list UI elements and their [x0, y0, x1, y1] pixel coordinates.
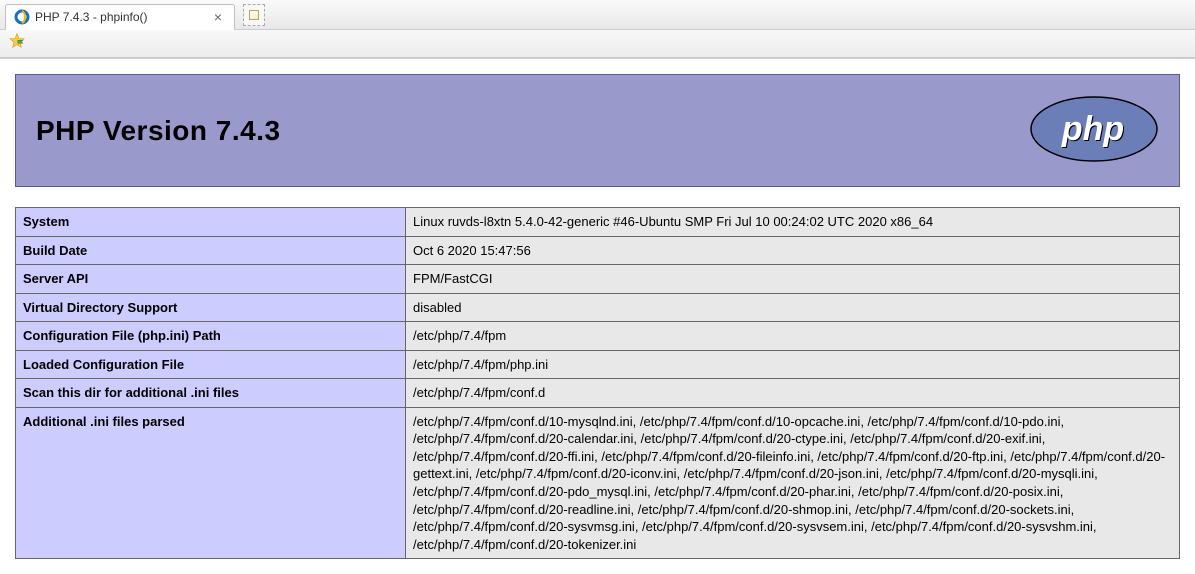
php-logo-icon: php php: [1029, 95, 1159, 166]
phpinfo-content: PHP Version 7.4.3 php php System Linux r…: [0, 59, 1195, 574]
phpinfo-header: PHP Version 7.4.3 php php: [15, 74, 1180, 187]
table-row: System Linux ruvds-l8xtn 5.4.0-42-generi…: [16, 208, 1180, 237]
table-row: Build Date Oct 6 2020 15:47:56: [16, 236, 1180, 265]
table-row: Loaded Configuration File /etc/php/7.4/f…: [16, 350, 1180, 379]
tab-bar: PHP 7.4.3 - phpinfo() ×: [0, 0, 1195, 30]
row-label: Additional .ini files parsed: [16, 407, 406, 558]
row-value: Oct 6 2020 15:47:56: [406, 236, 1180, 265]
new-tab-button[interactable]: [243, 4, 265, 26]
row-label: Configuration File (php.ini) Path: [16, 322, 406, 351]
favorites-star-icon[interactable]: [8, 32, 26, 55]
tab-close-icon[interactable]: ×: [210, 9, 226, 25]
table-row: Scan this dir for additional .ini files …: [16, 379, 1180, 408]
row-label: Server API: [16, 265, 406, 294]
svg-text:php: php: [1061, 110, 1124, 148]
table-row: Additional .ini files parsed /etc/php/7.…: [16, 407, 1180, 558]
ie-favicon-icon: [14, 9, 30, 25]
row-label: Virtual Directory Support: [16, 293, 406, 322]
new-tab-icon: [249, 10, 259, 20]
table-row: Configuration File (php.ini) Path /etc/p…: [16, 322, 1180, 351]
row-label: Loaded Configuration File: [16, 350, 406, 379]
row-label: Build Date: [16, 236, 406, 265]
row-label: System: [16, 208, 406, 237]
row-value: FPM/FastCGI: [406, 265, 1180, 294]
row-value: /etc/php/7.4/fpm/conf.d: [406, 379, 1180, 408]
row-label: Scan this dir for additional .ini files: [16, 379, 406, 408]
bookmark-bar: [0, 30, 1195, 58]
table-row: Server API FPM/FastCGI: [16, 265, 1180, 294]
row-value: Linux ruvds-l8xtn 5.4.0-42-generic #46-U…: [406, 208, 1180, 237]
row-value: /etc/php/7.4/fpm/conf.d/10-mysqlnd.ini, …: [406, 407, 1180, 558]
row-value: /etc/php/7.4/fpm/php.ini: [406, 350, 1180, 379]
table-row: Virtual Directory Support disabled: [16, 293, 1180, 322]
php-version-title: PHP Version 7.4.3: [36, 115, 281, 147]
tab-title: PHP 7.4.3 - phpinfo(): [35, 10, 210, 24]
browser-chrome: PHP 7.4.3 - phpinfo() ×: [0, 0, 1195, 59]
phpinfo-table: System Linux ruvds-l8xtn 5.4.0-42-generi…: [15, 207, 1180, 559]
row-value: /etc/php/7.4/fpm: [406, 322, 1180, 351]
row-value: disabled: [406, 293, 1180, 322]
browser-tab[interactable]: PHP 7.4.3 - phpinfo() ×: [5, 4, 235, 30]
